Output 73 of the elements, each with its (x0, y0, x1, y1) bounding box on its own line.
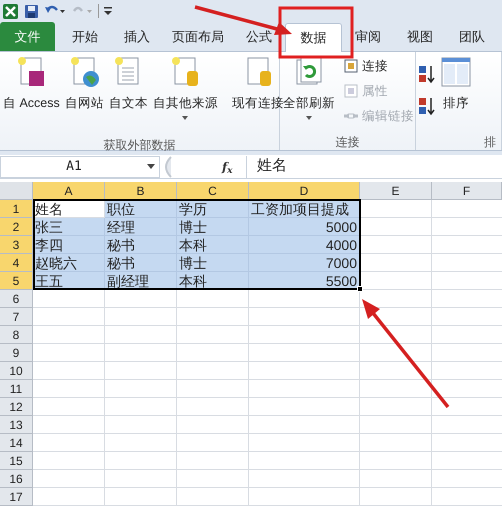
row-header[interactable]: 4 (0, 254, 33, 272)
row-header[interactable]: 14 (0, 434, 33, 452)
table-cell[interactable]: 学历 (177, 200, 249, 218)
ribbon-button[interactable]: 排序 (439, 56, 473, 132)
table-cell[interactable]: 工资加项目提成 (249, 200, 360, 218)
caret-icon (182, 116, 188, 120)
row-header[interactable]: 6 (0, 290, 33, 308)
table-cell[interactable]: 秘书 (105, 236, 177, 254)
ribbon-button[interactable]: 自网站 (64, 56, 105, 132)
ribbon-button[interactable]: 连接 (343, 56, 414, 76)
file-tab[interactable]: 文件 (0, 22, 55, 51)
ribbon-button[interactable]: 全部刷新 (282, 56, 336, 132)
customize-caret-icon[interactable] (104, 6, 112, 16)
column-header[interactable]: E (360, 182, 432, 200)
insert-function-button[interactable]: f$_{x}$ (222, 158, 244, 176)
ribbon-tab[interactable]: 审阅 (342, 22, 394, 51)
row-header[interactable]: 8 (0, 326, 33, 344)
ribbon-tab[interactable]: 团队 (446, 22, 498, 51)
group-label: 获取外部数据 (102, 137, 176, 153)
fill-handle[interactable] (357, 286, 363, 292)
ribbon-button[interactable]: 自 Access (2, 56, 61, 132)
caret-icon[interactable] (147, 164, 155, 169)
ribbon-button[interactable]: 现有连接 (230, 56, 285, 132)
table-cell[interactable]: 5000 (249, 218, 360, 236)
column-header[interactable]: B (105, 182, 177, 200)
table-cell[interactable]: 李四 (33, 236, 105, 254)
connection-icon (343, 58, 359, 74)
row-header[interactable]: 16 (0, 470, 33, 488)
sort-ascending-icon[interactable] (418, 64, 436, 84)
row-header[interactable]: 13 (0, 416, 33, 434)
table-cell[interactable]: 秘书 (105, 254, 177, 272)
ribbon-tab[interactable]: 页面布局 (163, 22, 233, 51)
row-header[interactable]: 15 (0, 452, 33, 470)
table-cell[interactable]: 博士 (177, 254, 249, 272)
ribbon-tab[interactable]: 视图 (394, 22, 446, 51)
table-cell[interactable]: 7000 (249, 254, 360, 272)
table-cell[interactable]: 张三 (33, 218, 105, 236)
table-cell[interactable]: 赵晓六 (33, 254, 105, 272)
sort-descending-icon[interactable] (418, 96, 436, 116)
row-header[interactable]: 9 (0, 344, 33, 362)
formula-field[interactable]: 姓名 (257, 155, 502, 178)
table-cell[interactable]: 职位 (105, 200, 177, 218)
table-cell[interactable]: 4000 (249, 236, 360, 254)
row-header[interactable]: 2 (0, 218, 33, 236)
column-header[interactable]: C (177, 182, 249, 200)
excel-logo-icon[interactable] (2, 2, 19, 20)
properties-icon (343, 83, 359, 99)
ribbon-tab[interactable]: 开始 (59, 22, 111, 51)
row-header[interactable]: 11 (0, 380, 33, 398)
caret-icon (306, 116, 312, 120)
save-icon[interactable] (24, 4, 39, 18)
group-label: 排 (483, 134, 497, 150)
table-cell[interactable]: 本科 (177, 236, 249, 254)
ribbon-tab[interactable]: 数据 (285, 23, 342, 52)
ribbon-button[interactable]: 自文本 (108, 56, 149, 132)
group-label: 连接 (334, 134, 360, 150)
row-header[interactable]: 10 (0, 362, 33, 380)
table-cell[interactable]: 经理 (105, 218, 177, 236)
row-header[interactable]: 3 (0, 236, 33, 254)
sort-table-icon (440, 56, 472, 88)
column-header[interactable]: F (432, 182, 502, 200)
ribbon-tab[interactable]: 公式 (233, 22, 285, 51)
ribbon-button[interactable]: 自其他来源 (152, 56, 219, 132)
row-header[interactable]: 1 (0, 200, 33, 218)
table-cell[interactable]: 博士 (177, 218, 249, 236)
column-header[interactable]: A (33, 182, 105, 200)
row-header[interactable]: 12 (0, 398, 33, 416)
column-header[interactable]: D (249, 182, 360, 200)
ribbon-tab[interactable]: 插入 (111, 22, 163, 51)
globe-document-icon (68, 56, 100, 88)
row-header[interactable]: 7 (0, 308, 33, 326)
row-header[interactable]: 17 (0, 488, 33, 506)
row-header[interactable]: 5 (0, 272, 33, 290)
